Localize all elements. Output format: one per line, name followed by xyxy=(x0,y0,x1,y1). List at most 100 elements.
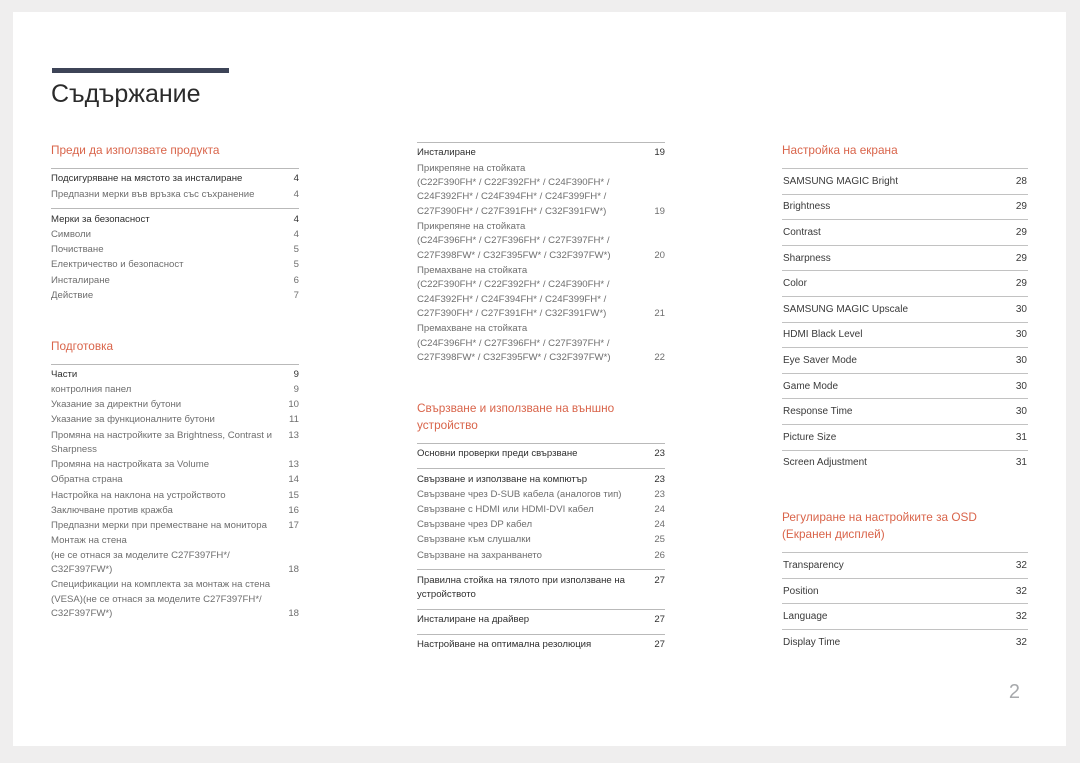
toc-entry-label: Свързване на захранването xyxy=(417,549,543,561)
toc-entry-label: Инсталиране xyxy=(417,147,476,159)
toc-entry[interactable]: SAMSUNG MAGIC Upscale 30 xyxy=(782,295,1028,322)
toc-entry[interactable]: SAMSUNG MAGIC Bright 28 xyxy=(782,168,1028,194)
toc-entry[interactable]: Свързване на захранването 26 xyxy=(417,548,665,563)
toc-entry[interactable]: Brightness 29 xyxy=(782,193,1028,220)
toc-entry-label-line: C24F392FH* / C24F394FH* / C24F399FH* / xyxy=(417,191,607,203)
toc-entry-page: 5 xyxy=(293,244,299,256)
toc-entry-label: C27F398FW* / C32F395FW* / C32F397FW*) xyxy=(417,352,611,364)
toc-entry-label: Указание за директни бутони xyxy=(51,399,182,411)
toc-entry-page: 30 xyxy=(1015,354,1027,366)
toc-entry[interactable]: Заключване против кражба 16 xyxy=(51,503,299,518)
toc-entry[interactable]: Display Time 32 xyxy=(782,628,1028,655)
toc-entry[interactable]: Почистване 5 xyxy=(51,243,299,258)
toc-entry[interactable]: Монтаж на стена (не се отнася за моделите… xyxy=(51,534,299,578)
toc-entry[interactable]: Свързване чрез DP кабел 24 xyxy=(417,518,665,533)
toc-entry[interactable]: HDMI Black Level 30 xyxy=(782,321,1028,348)
toc-group: Правилна стойка на тялото при използване… xyxy=(417,569,665,603)
toc-entry[interactable]: Указание за функционалните бутони 11 xyxy=(51,413,299,428)
toc-column-right: Настройка на екрана SAMSUNG MAGIC Bright 2… xyxy=(782,142,1028,659)
toc-entry[interactable]: Премахване на стойката (C22F390FH* / C22F… xyxy=(417,264,665,322)
toc-entry-page: 29 xyxy=(1015,252,1027,264)
toc-entry-page: 32 xyxy=(1015,636,1027,648)
toc-entry-page: 22 xyxy=(654,352,665,364)
toc-entry[interactable]: Инсталиране на драйвер 27 xyxy=(417,613,665,628)
toc-entry[interactable]: Предпазни мерки при преместване на монит… xyxy=(51,519,299,534)
toc-group: Инсталиране 19 Прикрепяне на стойката (C22F… xyxy=(417,142,665,366)
toc-section-heading: Преди да използвате продукта xyxy=(51,143,220,157)
toc-entry-label: Свързване чрез DP кабел xyxy=(417,519,533,531)
toc-entry-label: Свързване към слушалки xyxy=(417,534,531,546)
toc-entry[interactable]: Screen Adjustment 31 xyxy=(782,449,1028,476)
toc-entry[interactable]: Прикрепяне на стойката (C22F390FH* / C22F… xyxy=(417,161,665,219)
toc-entry[interactable]: Указание за директни бутони 10 xyxy=(51,398,299,413)
document-page: Съдържание Преди да използвате продукта П… xyxy=(13,12,1066,746)
toc-entry[interactable]: Response Time 30 xyxy=(782,398,1028,424)
toc-entry[interactable]: Настройване на оптимална резолюция 27 xyxy=(417,638,665,653)
toc-entry[interactable]: Sharpness 29 xyxy=(782,244,1028,271)
toc-section-heading: Свързване и използване на външно устройс… xyxy=(417,401,615,432)
toc-entry[interactable]: Спецификации на комплекта за монтаж на с… xyxy=(51,578,299,622)
toc-entry-label-line: (C24F396FH* / C27F396FH* / C27F397FH* / xyxy=(417,337,610,349)
toc-entry[interactable]: Contrast 29 xyxy=(782,219,1028,245)
toc-entry-label: Електричество и безопасност xyxy=(51,259,184,271)
toc-entry[interactable]: Свързване и използване на компютър 23 xyxy=(417,472,665,487)
toc-entry[interactable]: Правилна стойка на тялото при използване… xyxy=(417,573,665,603)
toc-column-left: Преди да използвате продукта Подсигуряван… xyxy=(51,142,299,659)
toc-entry-page: 32 xyxy=(1015,585,1027,597)
toc-entry-page: 25 xyxy=(654,534,665,546)
toc-entry-label: C27F398FW* / C32F395FW* / C32F397FW*) xyxy=(417,249,611,261)
toc-entry-page: 26 xyxy=(654,549,665,561)
toc-entry[interactable]: Transparency 32 xyxy=(782,552,1028,578)
page-title: Съдържание xyxy=(51,80,201,108)
toc-entry-label-line: Премахване на стойката xyxy=(417,323,528,335)
toc-entry-label: Мерки за безопасност xyxy=(51,213,150,225)
toc-entry-page: 18 xyxy=(288,607,299,619)
toc-entry-label: Screen Adjustment xyxy=(783,457,867,469)
toc-entry-page: 21 xyxy=(654,308,665,320)
toc-entry[interactable]: Прикрепяне на стойката (C24F396FH* / C27F… xyxy=(417,220,665,264)
toc-entry-label: C32F397FW*) xyxy=(51,607,113,619)
toc-entry-label: Brightness xyxy=(783,201,831,213)
toc-entry[interactable]: Eye Saver Mode 30 xyxy=(782,347,1028,373)
toc-entry[interactable]: Свързване с HDMI или HDMI-DVI кабел 24 xyxy=(417,503,665,518)
toc-entry[interactable]: Предпазни мерки във връзка със съхранени… xyxy=(51,187,299,202)
toc-entry[interactable]: Електричество и безопасност 5 xyxy=(51,258,299,273)
toc-entry[interactable]: Picture Size 31 xyxy=(782,423,1028,450)
toc-entry-page: 32 xyxy=(1015,611,1027,623)
toc-entry-label: Свързване чрез D-SUB кабела (аналогов ти… xyxy=(417,488,622,500)
toc-entry-label: Eye Saver Mode xyxy=(783,354,857,366)
toc-entry-page: 19 xyxy=(654,205,665,217)
toc-entry-page: 27 xyxy=(654,614,665,626)
toc-entry-label: Свързване и използване на компютър xyxy=(417,473,588,485)
toc-entry[interactable]: Настройка на наклона на устройството 15 xyxy=(51,488,299,503)
toc-entry[interactable]: Position 32 xyxy=(782,577,1028,604)
toc-entry-page: 16 xyxy=(288,504,299,516)
toc-entry-label: Game Mode xyxy=(783,380,839,392)
toc-entry[interactable]: Свързване чрез D-SUB кабела (аналогов ти… xyxy=(417,487,665,502)
toc-entry[interactable]: контролния панел 9 xyxy=(51,383,299,398)
toc-entry-page: 29 xyxy=(1015,226,1027,238)
toc-entry[interactable]: Промяна на настройката за Volume 13 xyxy=(51,458,299,473)
toc-entry[interactable]: Части 9 xyxy=(51,368,299,383)
toc-entry-page: 24 xyxy=(654,519,665,531)
toc-entry[interactable]: Game Mode 30 xyxy=(782,372,1028,399)
toc-entry-page: 4 xyxy=(293,188,299,200)
toc-entry[interactable]: Language 32 xyxy=(782,603,1028,629)
toc-entry[interactable]: Инсталиране 6 xyxy=(51,273,299,288)
toc-entry[interactable]: Обратна страна 14 xyxy=(51,473,299,488)
toc-entry[interactable]: Действие 7 xyxy=(51,288,299,303)
toc-entry[interactable]: Мерки за безопасност 4 xyxy=(51,212,299,227)
toc-entry-page: 9 xyxy=(293,384,299,396)
toc-entry-page: 4 xyxy=(293,213,299,225)
toc-entry[interactable]: Основни проверки преди свързване 23 xyxy=(417,447,665,462)
toc-entry[interactable]: Подсигуряване на мястото за инсталиране 4 xyxy=(51,172,299,187)
toc-entry[interactable]: Символи 4 xyxy=(51,228,299,243)
toc-entry[interactable]: Премахване на стойката (C24F396FH* / C27F… xyxy=(417,322,665,366)
toc-entry[interactable]: Промяна на настройките за Brightness, Co… xyxy=(51,428,299,458)
toc-entry[interactable]: Color 29 xyxy=(782,270,1028,296)
toc-entry-label: Color xyxy=(783,278,807,290)
toc-entry[interactable]: Инсталиране 19 xyxy=(417,146,665,161)
toc-group: Подсигуряване на мястото за инсталиране 4… xyxy=(51,168,299,202)
toc-entry[interactable]: Свързване към слушалки 25 xyxy=(417,533,665,548)
toc-entry-label: Contrast xyxy=(783,226,821,238)
